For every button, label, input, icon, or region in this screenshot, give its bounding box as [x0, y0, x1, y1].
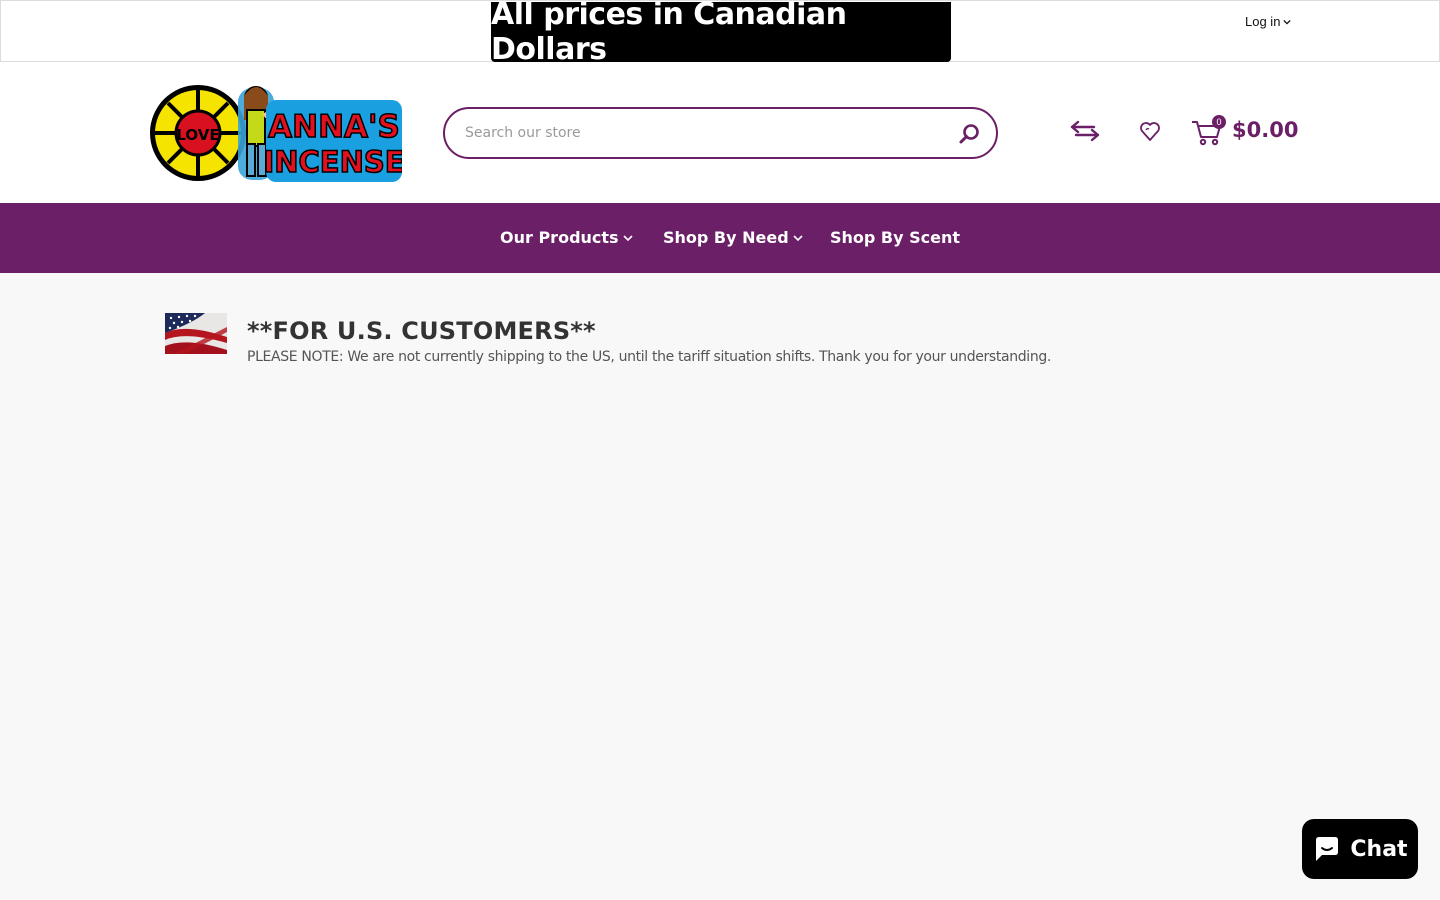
- cart-count-badge: 0: [1212, 115, 1226, 129]
- search-icon[interactable]: [958, 122, 982, 146]
- chevron-down-icon: [1283, 19, 1292, 25]
- chat-button[interactable]: Chat: [1302, 819, 1418, 879]
- heart-icon[interactable]: [1139, 121, 1161, 143]
- site-header: LOVE ANNA'S INCENSE 0 $0.00: [0, 62, 1440, 203]
- search-input[interactable]: [465, 121, 935, 145]
- nav-shop-by-need[interactable]: Shop By Need: [663, 228, 803, 247]
- chat-icon: [1316, 837, 1339, 861]
- currency-banner: All prices in Canadian Dollars: [491, 0, 951, 67]
- nav-item-label: Our Products: [500, 228, 619, 247]
- nav-item-label: Shop By Need: [663, 228, 789, 247]
- us-flag-image: [165, 313, 227, 354]
- logo-text-bottom: INCENSE: [263, 145, 402, 179]
- nav-our-products[interactable]: Our Products: [500, 228, 633, 247]
- store-logo[interactable]: LOVE ANNA'S INCENSE: [148, 80, 402, 185]
- logo-badge-text: LOVE: [176, 126, 219, 144]
- notice-title: **FOR U.S. CUSTOMERS**: [247, 317, 596, 345]
- top-bar: All prices in Canadian Dollars Log in: [0, 0, 1440, 67]
- main-nav: Our Products Shop By Need Shop By Scent: [0, 203, 1440, 273]
- login-dropdown[interactable]: Log in: [1245, 14, 1292, 29]
- cart-total[interactable]: $0.00: [1232, 118, 1298, 142]
- compare-icon[interactable]: [1070, 120, 1100, 142]
- chevron-down-icon: [622, 234, 633, 241]
- chevron-down-icon: [793, 234, 803, 241]
- search-bar: [443, 107, 998, 159]
- nav-item-label: Shop By Scent: [830, 228, 961, 247]
- chat-label: Chat: [1350, 836, 1408, 862]
- logo-text-top: ANNA'S: [268, 109, 400, 145]
- login-label: Log in: [1245, 14, 1281, 29]
- notice-text: PLEASE NOTE: We are not currently shippi…: [247, 349, 1051, 365]
- nav-shop-by-scent[interactable]: Shop By Scent: [830, 228, 960, 247]
